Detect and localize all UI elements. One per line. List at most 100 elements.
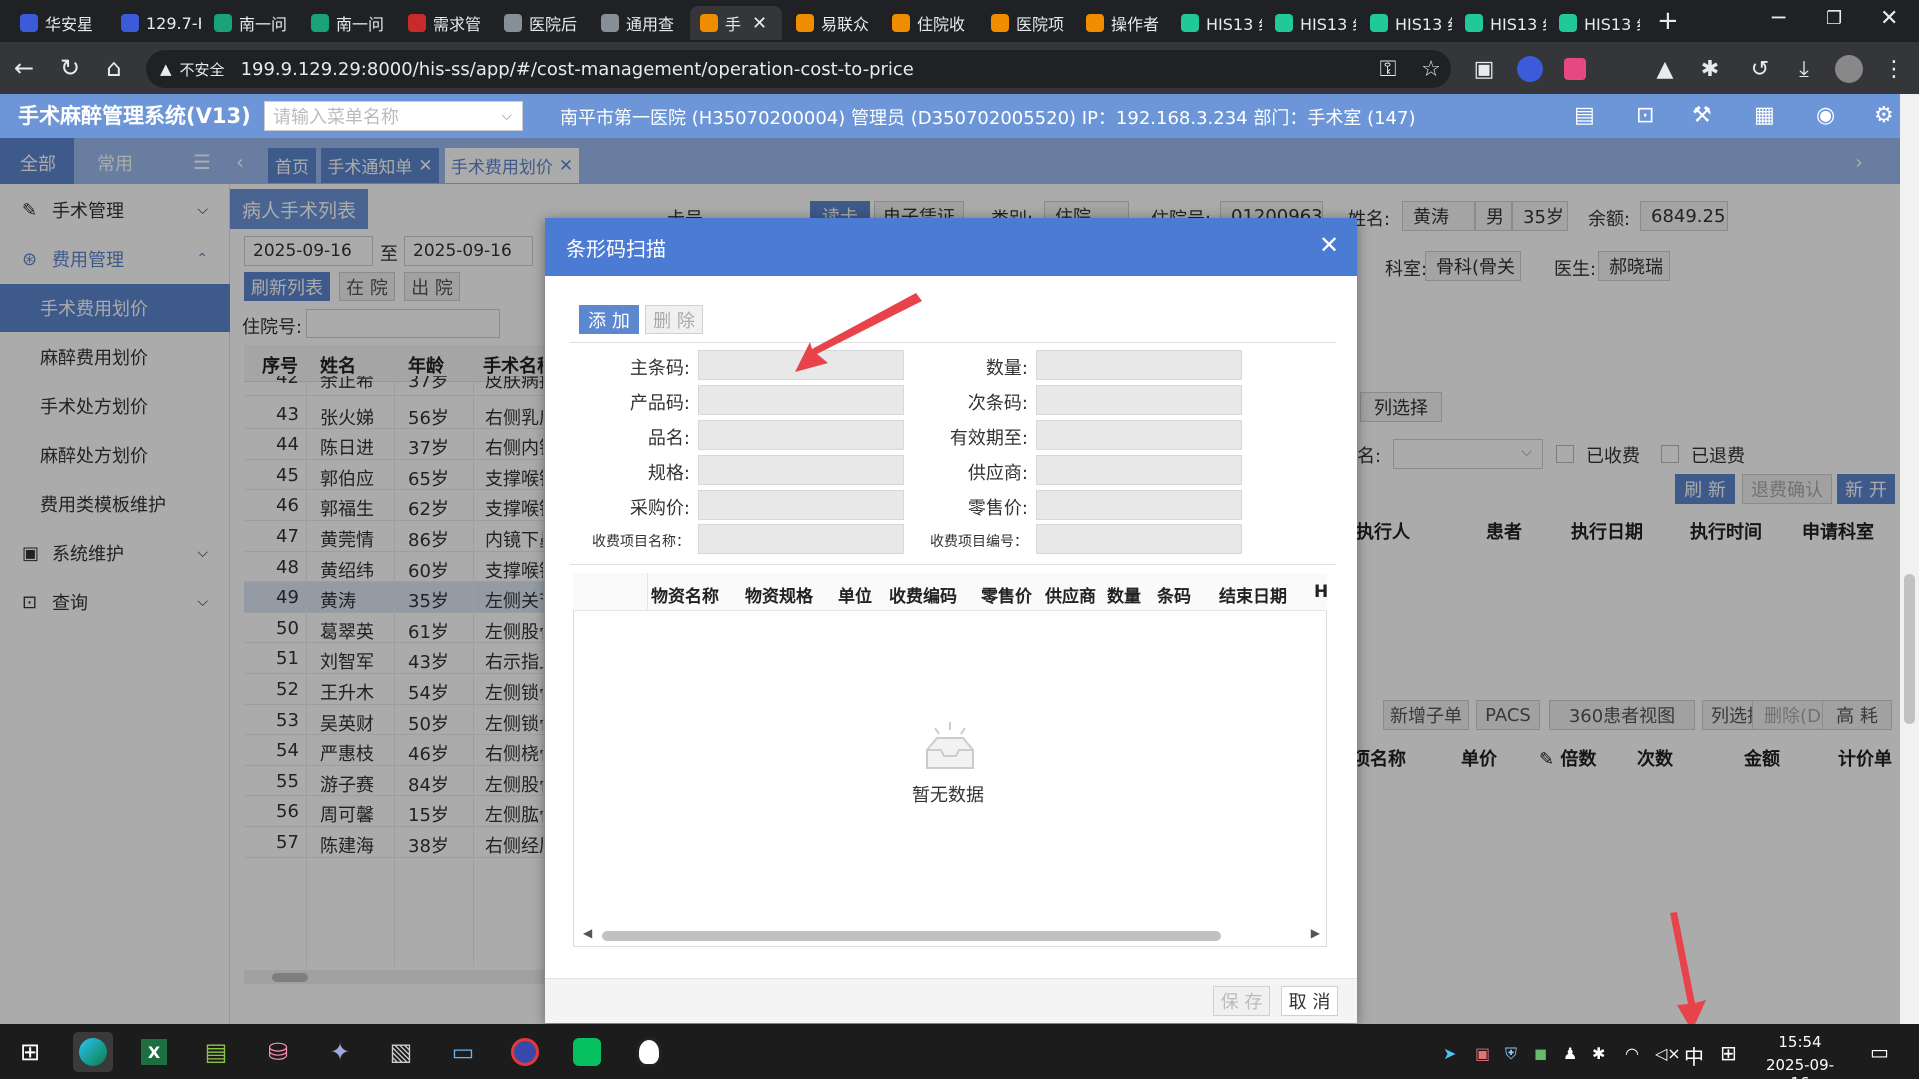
screen-icon[interactable]: ▤ — [1574, 103, 1595, 128]
tray-app-icon[interactable]: ➤ — [1443, 1044, 1456, 1063]
notepad-icon[interactable]: ▤ — [196, 1032, 236, 1072]
tab-favicon-icon — [311, 14, 329, 32]
ime-mode-icon[interactable]: ⊞ — [1720, 1041, 1737, 1065]
browser-tab[interactable]: HIS13 纠 — [1265, 6, 1356, 40]
tab-favicon-icon — [1559, 14, 1577, 32]
avatar[interactable] — [1834, 54, 1864, 84]
field-input[interactable] — [698, 420, 904, 450]
windows-start-icon[interactable]: ⊞ — [10, 1032, 50, 1072]
new-tab-button[interactable]: + — [1657, 6, 1679, 36]
minimize-button[interactable]: ─ — [1772, 6, 1785, 31]
clock-date[interactable]: 2025-09-16 — [1760, 1056, 1840, 1092]
close-window-button[interactable]: ✕ — [1880, 6, 1898, 31]
browser-tab[interactable]: HIS13 纠 — [1360, 6, 1452, 40]
add-button[interactable]: 添 加 — [579, 305, 639, 334]
tool-icon[interactable]: ⚒ — [1692, 103, 1712, 128]
qq-icon[interactable] — [629, 1032, 669, 1072]
pin-icon[interactable]: ⊡ — [1636, 103, 1654, 128]
save-button[interactable]: 保 存 — [1213, 986, 1270, 1016]
database-tool-icon[interactable]: ⛁ — [258, 1032, 298, 1072]
browser-tab-label: 华安星 — [45, 15, 94, 34]
scroll-thumb[interactable] — [602, 931, 1221, 941]
cancel-button[interactable]: 取 消 — [1281, 986, 1338, 1016]
browser-tab[interactable]: 手 ✕ — [690, 6, 782, 40]
tab-favicon-icon — [892, 14, 910, 32]
field-input[interactable] — [698, 455, 904, 485]
key-icon[interactable]: ⚿ — [1373, 54, 1403, 84]
sidepanel-icon[interactable]: ▣ — [1469, 54, 1499, 84]
field-input[interactable] — [698, 524, 904, 554]
notification-icon[interactable]: ▭ — [1870, 1040, 1889, 1064]
eye-icon[interactable]: ◉ — [1816, 103, 1835, 128]
browser-tab[interactable]: 易联众 — [786, 6, 879, 40]
gear-icon[interactable]: ⚙ — [1874, 103, 1894, 128]
extension-translate-icon[interactable] — [1560, 54, 1590, 84]
tab-favicon-icon — [1181, 14, 1199, 32]
wifi-icon[interactable]: ◠ — [1625, 1044, 1639, 1063]
vscroll-thumb[interactable] — [1904, 574, 1915, 724]
browser-tab-label: 南一问 — [239, 15, 288, 34]
browser-tab[interactable]: 住院收 — [882, 6, 978, 40]
browser-tab[interactable]: 需求管 — [398, 6, 491, 40]
edge-browser-icon[interactable] — [73, 1032, 113, 1072]
field-input[interactable] — [1036, 420, 1242, 450]
scroll-left-icon[interactable]: ◀ — [583, 926, 592, 940]
field-input[interactable] — [698, 350, 904, 380]
speaker-muted-icon[interactable]: ◁× — [1655, 1044, 1681, 1063]
browser-tab[interactable]: 华安星 — [10, 6, 108, 40]
browser-tab[interactable]: 129.7-H — [111, 6, 201, 40]
delete-button[interactable]: 删 除 — [645, 305, 703, 334]
field-input[interactable] — [1036, 350, 1242, 380]
star-icon[interactable]: ☆ — [1416, 54, 1446, 84]
scroll-right-icon[interactable]: ▶ — [1311, 926, 1320, 940]
tray-bluetooth-off-icon[interactable]: ✱ — [1592, 1044, 1605, 1063]
browser-tab-label: 住院收 — [917, 15, 966, 34]
media-app-icon[interactable] — [505, 1032, 545, 1072]
clock-time[interactable]: 15:54 — [1760, 1033, 1840, 1051]
excel-icon[interactable]: X — [134, 1032, 174, 1072]
reload-button[interactable]: ↻ — [52, 50, 88, 86]
inbox-empty-icon — [915, 720, 985, 780]
tray-qq-icon[interactable]: ♟ — [1563, 1044, 1577, 1063]
field-input[interactable] — [698, 490, 904, 520]
field-input[interactable] — [1036, 490, 1242, 520]
browser-tab[interactable]: 通用查 — [591, 6, 687, 40]
tray-wechat-icon[interactable]: ◼ — [1534, 1044, 1547, 1063]
field-input[interactable] — [1036, 455, 1242, 485]
home-button[interactable]: ⌂ — [96, 50, 132, 86]
browser-tab[interactable]: 医院项 — [981, 6, 1073, 40]
browser-tab[interactable]: HIS13 纠 — [1171, 6, 1262, 40]
address-bar[interactable]: ▲ 不安全 199.9.129.29:8000/his-ss/app/#/cos… — [146, 50, 1451, 88]
wechat-icon[interactable] — [567, 1032, 607, 1072]
field-input[interactable] — [1036, 524, 1242, 554]
remote-desktop-icon[interactable]: ▭ — [443, 1032, 483, 1072]
ime-indicator[interactable]: 中 — [1684, 1041, 1704, 1070]
browser-tab[interactable]: 操作者 — [1076, 6, 1168, 40]
document-icon[interactable]: ▦ — [1754, 103, 1775, 128]
download-icon[interactable]: ⤓ — [1789, 54, 1819, 84]
menu-dots-icon[interactable]: ⋮ — [1879, 54, 1909, 84]
close-icon[interactable]: ✕ — [1314, 230, 1344, 260]
image-editor-icon[interactable]: ▧ — [381, 1032, 421, 1072]
back-button[interactable]: ← — [6, 50, 42, 86]
grid-hscrollbar[interactable]: ◀ ▶ — [583, 926, 1320, 941]
field-input[interactable] — [1036, 385, 1242, 415]
extension-s-icon[interactable] — [1515, 54, 1545, 84]
browser-tab[interactable]: 南一问 — [301, 6, 395, 40]
browser-tab[interactable]: 南一问 — [204, 6, 298, 40]
extension-triangle-icon[interactable]: ▲ — [1650, 54, 1680, 84]
browser-tab[interactable]: 医院后 — [494, 6, 588, 40]
tab-favicon-icon — [1465, 14, 1483, 32]
maximize-button[interactable]: ❐ — [1826, 8, 1842, 29]
close-icon[interactable]: ✕ — [752, 13, 767, 34]
tray-shield-icon[interactable]: ⛨ — [1505, 1044, 1517, 1064]
extensions-icon[interactable]: ✱ — [1695, 54, 1725, 84]
history-icon[interactable]: ↺ — [1745, 54, 1775, 84]
compass-app-icon[interactable]: ✦ — [320, 1032, 360, 1072]
tray-security-icon[interactable]: ▣ — [1475, 1044, 1490, 1063]
field-input[interactable] — [698, 385, 904, 415]
page-vscrollbar[interactable] — [1900, 94, 1919, 1024]
menu-search-input[interactable]: 请输入菜单名称 ⌵ — [264, 101, 523, 131]
browser-tab[interactable]: HIS13 纠 — [1549, 6, 1640, 40]
browser-tab[interactable]: HIS13 纠 — [1455, 6, 1546, 40]
